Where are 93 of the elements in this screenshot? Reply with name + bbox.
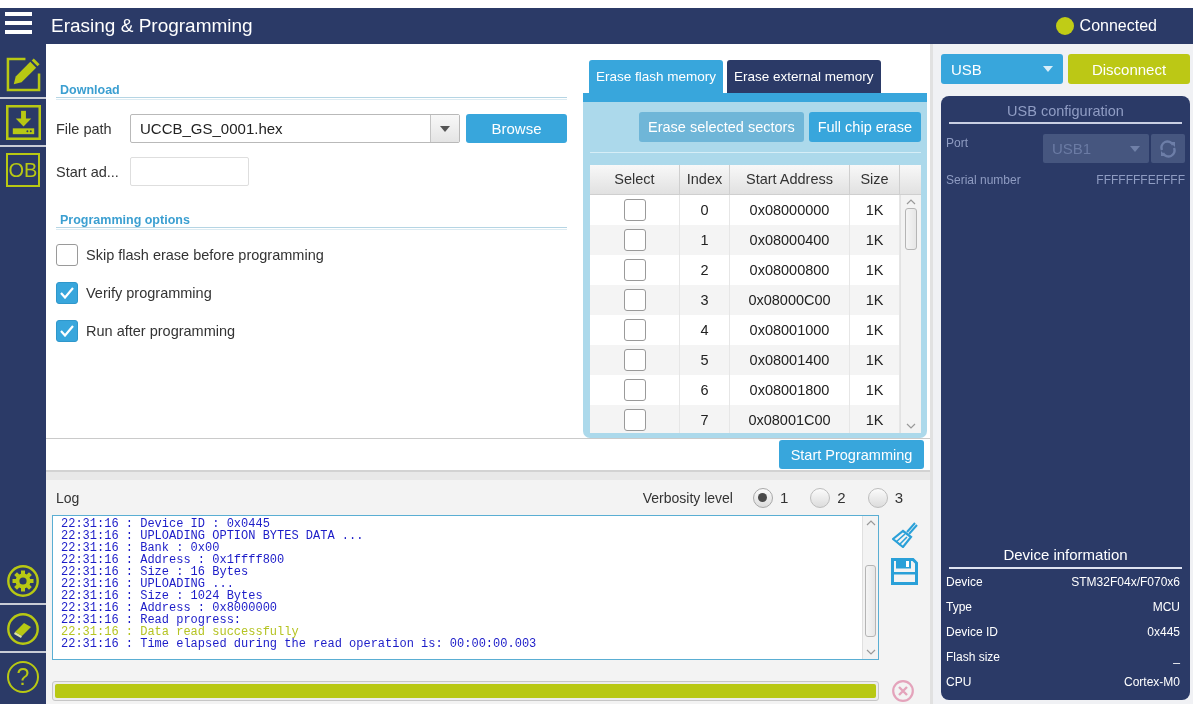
- column-header: Start Address: [730, 165, 850, 194]
- broom-icon[interactable]: [891, 522, 918, 548]
- radio-label: 3: [894, 489, 903, 506]
- log-line: 22:31:16 : Size : 16 Bytes: [61, 566, 249, 578]
- radio-label: 2: [837, 489, 846, 506]
- tab[interactable]: Erase external memory: [727, 60, 881, 93]
- field-label: Port: [946, 136, 968, 150]
- scrollbar-thumb[interactable]: [905, 208, 917, 250]
- dropdown-button[interactable]: [430, 115, 459, 142]
- radio-label: 1: [779, 489, 789, 506]
- log-line: 22:31:16 : Address : 0x8000000: [61, 602, 278, 614]
- checkbox-label: Run after programming: [86, 323, 236, 339]
- help-button[interactable]: ?: [7, 661, 39, 693]
- radio-button[interactable]: [752, 487, 773, 508]
- gear-icon[interactable]: [7, 565, 39, 597]
- section-title: Programming options: [60, 213, 190, 227]
- field-label: Start ad...: [56, 163, 120, 180]
- row-checkbox[interactable]: [623, 319, 646, 341]
- scrollbar-thumb[interactable]: [865, 565, 876, 637]
- file-path-field[interactable]: UCCB_GS_0001.hex: [130, 114, 460, 143]
- checkmark-icon: [60, 287, 74, 299]
- row-checkbox[interactable]: [623, 259, 646, 281]
- info-label: Device ID: [946, 624, 998, 639]
- refresh-icon: [1159, 139, 1177, 158]
- field-label: File path: [56, 120, 113, 137]
- field-label: Serial number: [946, 173, 1021, 187]
- radio-button[interactable]: [810, 487, 831, 508]
- log-title: Log: [55, 489, 80, 506]
- log-line: 22:31:16 : Read progress:: [61, 614, 242, 626]
- log-line: 22:31:16 : Bank : 0x00: [61, 542, 220, 554]
- info-value: 0x445: [1147, 624, 1180, 639]
- chevron-down-icon[interactable]: [906, 423, 916, 429]
- log-line: 22:31:16 : UPLOADING ...: [61, 578, 234, 590]
- option-bytes-button[interactable]: OB: [6, 153, 40, 187]
- menu-icon[interactable]: [5, 12, 32, 34]
- serial-number: FFFFFFFEFFFF: [1096, 173, 1185, 187]
- info-label: CPU: [946, 674, 972, 689]
- panel-title: USB configuration: [1006, 102, 1125, 120]
- log-line: 22:31:16 : Device ID : 0x0445: [61, 518, 270, 530]
- scrollbar[interactable]: [900, 195, 921, 433]
- info-label: Flash size: [946, 649, 1001, 664]
- checkbox-label: Skip flash erase before programming: [86, 247, 324, 263]
- caret-icon: [1130, 145, 1140, 152]
- info-label: Device: [946, 574, 983, 589]
- caret-icon: [440, 125, 450, 132]
- section-title: Download: [60, 83, 120, 97]
- row-checkbox[interactable]: [623, 229, 646, 251]
- row-checkbox[interactable]: [623, 349, 646, 371]
- info-value: MCU: [1152, 599, 1180, 614]
- table-row[interactable]: 1 0x08000400 1K: [590, 225, 900, 255]
- table-row[interactable]: 3 0x08000C00 1K: [590, 285, 900, 315]
- radio-button[interactable]: [867, 487, 888, 508]
- log-line: 22:31:16 : Time elapsed during the read operation is: 00:00:00.003: [61, 638, 537, 650]
- save-icon[interactable]: [891, 558, 918, 585]
- log-line: 22:31:16 : UPLOADING OPTION BYTES DATA ...: [61, 530, 364, 542]
- row-checkbox[interactable]: [623, 379, 646, 401]
- pencil-icon[interactable]: [5, 57, 41, 92]
- row-checkbox[interactable]: [623, 199, 646, 221]
- log-line: 22:31:16 : Address : 0x1ffff800: [61, 554, 285, 566]
- panel-title: Device information: [1002, 545, 1129, 564]
- cancel-icon[interactable]: [892, 680, 914, 702]
- info-value: STM32F04x/F070x6: [1071, 574, 1180, 589]
- log-line: 22:31:16 : Size : 1024 Bytes: [61, 590, 263, 602]
- info-value: Cortex-M0: [1124, 674, 1180, 689]
- table-cell: 0x08001C00: [730, 405, 850, 433]
- input-field[interactable]: [130, 157, 249, 186]
- page-title: Erasing & Programming: [51, 15, 253, 37]
- caret-icon: [1043, 66, 1053, 72]
- column-header: Size: [850, 165, 900, 194]
- checkbox-label: Verify programming: [86, 285, 212, 301]
- download-icon[interactable]: [5, 105, 41, 140]
- chevron-up-icon[interactable]: [865, 520, 876, 526]
- refresh-button[interactable]: [1151, 134, 1185, 163]
- chevron-down-icon[interactable]: [865, 649, 876, 655]
- table-row[interactable]: 5 0x08001400 1K: [590, 345, 900, 375]
- scrollbar[interactable]: [862, 516, 878, 659]
- checkbox[interactable]: [56, 244, 78, 266]
- table-row[interactable]: 7 0x08001C00 1K: [590, 405, 900, 433]
- info-value: _: [1173, 649, 1180, 664]
- connection-status: Connected: [1079, 17, 1157, 35]
- verbosity-label: Verbosity level: [642, 489, 733, 506]
- checkmark-icon: [60, 325, 74, 337]
- checkbox[interactable]: [56, 320, 78, 342]
- eraser-icon[interactable]: [7, 613, 39, 645]
- checkbox[interactable]: [56, 282, 78, 304]
- column-header: Index: [680, 165, 730, 194]
- info-label: Type: [946, 599, 972, 614]
- table-cell: 7: [680, 405, 730, 433]
- log-line: 22:31:16 : Data read successfully: [61, 626, 299, 638]
- row-checkbox[interactable]: [623, 409, 646, 431]
- column-header: Select: [590, 165, 680, 194]
- chevron-up-icon[interactable]: [906, 199, 916, 205]
- row-checkbox[interactable]: [623, 289, 646, 311]
